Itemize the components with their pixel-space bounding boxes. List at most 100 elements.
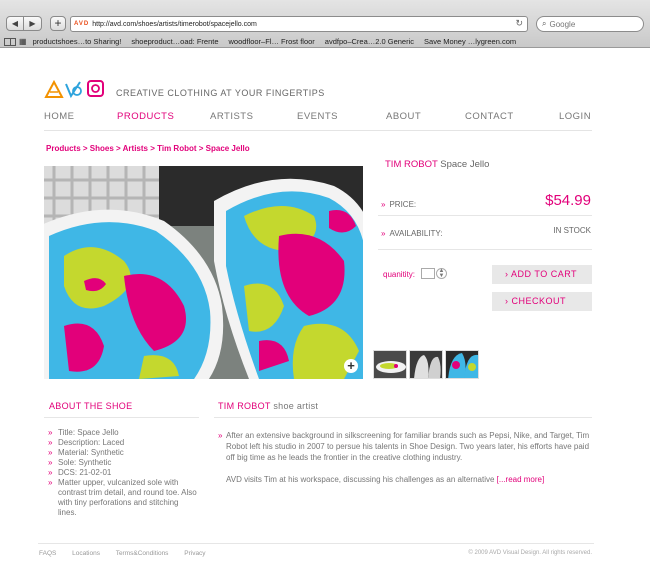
product-artist[interactable]: TIM ROBOT <box>385 159 438 170</box>
quantity-stepper[interactable]: ▲ ▼ <box>436 268 447 279</box>
bookmark-item[interactable]: Save Money …lygreen.com <box>424 37 516 46</box>
thumbnail-image <box>410 351 442 378</box>
thumbnail-strip <box>373 350 481 379</box>
url-text[interactable]: http://avd.com/shoes/artists/timerobot/s… <box>92 21 257 28</box>
crumb-sep: > <box>113 144 123 153</box>
avd-logo[interactable] <box>44 79 106 99</box>
spec-item: Description: Laced <box>48 438 198 448</box>
about-title: ABOUT THE SHOE <box>49 401 133 411</box>
bio-paragraph: After an extensive background in silkscr… <box>218 430 594 463</box>
nav-products[interactable]: PRODUCTS <box>117 111 174 122</box>
search-icon: ⌕ <box>542 19 547 28</box>
forward-arrow-icon[interactable]: ▶ <box>24 16 42 31</box>
zoom-plus-icon[interactable]: + <box>344 359 358 373</box>
checkout-label: CHECKOUT <box>511 296 567 306</box>
bookmark-item[interactable]: shoeproduct…oad: Frente <box>131 37 218 46</box>
checkout-button[interactable]: › CHECKOUT <box>492 292 592 311</box>
crumb-sep: > <box>147 144 158 153</box>
bookmarks-grid-icon[interactable]: ▦ <box>19 37 27 46</box>
availability-label-row: » AVAILABILITY: <box>381 229 443 238</box>
bookmarks-bar: ▦ productshoes…to Sharing! shoeproduct…o… <box>4 36 526 47</box>
thumbnail-image <box>374 351 406 378</box>
spec-item: Matter upper, vulcanized sole with contr… <box>48 478 198 518</box>
divider <box>44 417 199 418</box>
crumb-sep: > <box>196 144 206 153</box>
nav-events[interactable]: EVENTS <box>297 111 338 122</box>
footer-divider <box>38 543 594 544</box>
reload-icon[interactable]: ↻ <box>515 18 523 29</box>
bookmark-item[interactable]: avdfpo–Crea…2.0 Generic <box>325 37 414 46</box>
back-arrow-icon[interactable]: ◀ <box>6 16 24 31</box>
crumb-products[interactable]: Products <box>46 144 81 153</box>
footer-link-faqs[interactable]: FAQS <box>39 550 56 557</box>
shoe-image <box>44 166 363 379</box>
nav-home[interactable]: HOME <box>44 111 75 122</box>
thumbnail[interactable] <box>409 350 443 379</box>
browser-chrome: ◀ ▶ + AVD http://avd.com/shoes/artists/t… <box>0 0 650 48</box>
address-bar[interactable]: AVD http://avd.com/shoes/artists/timerob… <box>70 16 528 32</box>
nav-divider <box>44 130 592 131</box>
page: CREATIVE CLOTHING AT YOUR FINGERTIPS HOM… <box>0 49 650 575</box>
product-photo[interactable]: + <box>44 166 363 379</box>
add-bookmark-button[interactable]: + <box>50 16 66 31</box>
add-to-cart-button[interactable]: › ADD TO CART <box>492 265 592 284</box>
favicon: AVD <box>74 21 90 27</box>
bio-text: AVD visits Tim at his workspace, discuss… <box>226 475 497 484</box>
divider <box>378 215 592 216</box>
spec-list: Title: Space Jello Description: Laced Ma… <box>48 428 198 518</box>
search-box[interactable]: ⌕ <box>536 16 644 32</box>
nav-about[interactable]: ABOUT <box>386 111 421 122</box>
availability-label: AVAILABILITY: <box>389 229 443 238</box>
bio-paragraph: AVD visits Tim at his workspace, discuss… <box>218 474 594 485</box>
copyright: © 2009 AVD Visual Design. All rights res… <box>468 550 592 556</box>
spec-item: Sole: Synthetic <box>48 458 198 468</box>
bookmark-item[interactable]: productshoes…to Sharing! <box>33 37 122 46</box>
add-to-cart-label: ADD TO CART <box>511 269 578 279</box>
crumb-sep: > <box>80 144 90 153</box>
footer-links: FAQS Locations Terms&Conditions Privacy <box>39 550 220 557</box>
divider <box>378 249 592 250</box>
crumb-shoes[interactable]: Shoes <box>90 144 114 153</box>
thumbnail[interactable] <box>373 350 407 379</box>
spec-item: Material: Synthetic <box>48 448 198 458</box>
divider <box>214 417 592 418</box>
price-label: PRICE: <box>389 200 417 209</box>
thumbnail[interactable] <box>445 350 479 379</box>
artist-title: TIM ROBOT shoe artist <box>218 401 318 411</box>
stock-status: IN STOCK <box>553 226 591 235</box>
crumb-artists[interactable]: Artists <box>123 144 148 153</box>
search-input[interactable] <box>549 19 640 29</box>
history-buttons: ◀ ▶ <box>6 16 42 31</box>
thumbnail-image <box>446 351 478 378</box>
product-name: Space Jello <box>440 159 490 170</box>
tagline: CREATIVE CLOTHING AT YOUR FINGERTIPS <box>116 88 325 98</box>
bullet-arrow: » <box>381 229 386 238</box>
nav-login[interactable]: LOGIN <box>559 111 591 122</box>
footer-link-privacy[interactable]: Privacy <box>184 550 205 557</box>
spec-item: DCS: 21-02-01 <box>48 468 198 478</box>
artist-bio: After an extensive background in silkscr… <box>218 430 594 485</box>
quantity-label: quanitity: <box>383 270 416 279</box>
nav-contact[interactable]: CONTACT <box>465 111 514 122</box>
price-label-row: » PRICE: <box>381 200 416 209</box>
quantity-input[interactable] <box>421 268 435 279</box>
price-value: $54.99 <box>545 192 591 209</box>
button-arrow: › <box>505 296 509 306</box>
artist-name[interactable]: TIM ROBOT <box>218 401 271 411</box>
product-title: TIM ROBOT Space Jello <box>385 159 489 170</box>
footer-link-locations[interactable]: Locations <box>72 550 100 557</box>
button-arrow: › <box>505 269 509 279</box>
crumb-artist[interactable]: Tim Robot <box>157 144 196 153</box>
bookmarks-book-icon[interactable] <box>4 37 16 46</box>
artist-role: shoe artist <box>273 401 319 411</box>
logo-mark-icon <box>44 79 104 99</box>
breadcrumb: Products > Shoes > Artists > Tim Robot >… <box>46 144 250 153</box>
bullet-arrow: » <box>381 200 386 209</box>
crumb-current: Space Jello <box>205 144 250 153</box>
nav-artists[interactable]: ARTISTS <box>210 111 253 122</box>
bookmark-item[interactable]: woodfloor–Fl… Frost floor <box>229 37 315 46</box>
spec-item: Title: Space Jello <box>48 428 198 438</box>
read-more-link[interactable]: [...read more] <box>497 475 545 484</box>
main-nav: HOME PRODUCTS ARTISTS EVENTS ABOUT CONTA… <box>44 111 592 125</box>
footer-link-terms[interactable]: Terms&Conditions <box>116 550 169 557</box>
